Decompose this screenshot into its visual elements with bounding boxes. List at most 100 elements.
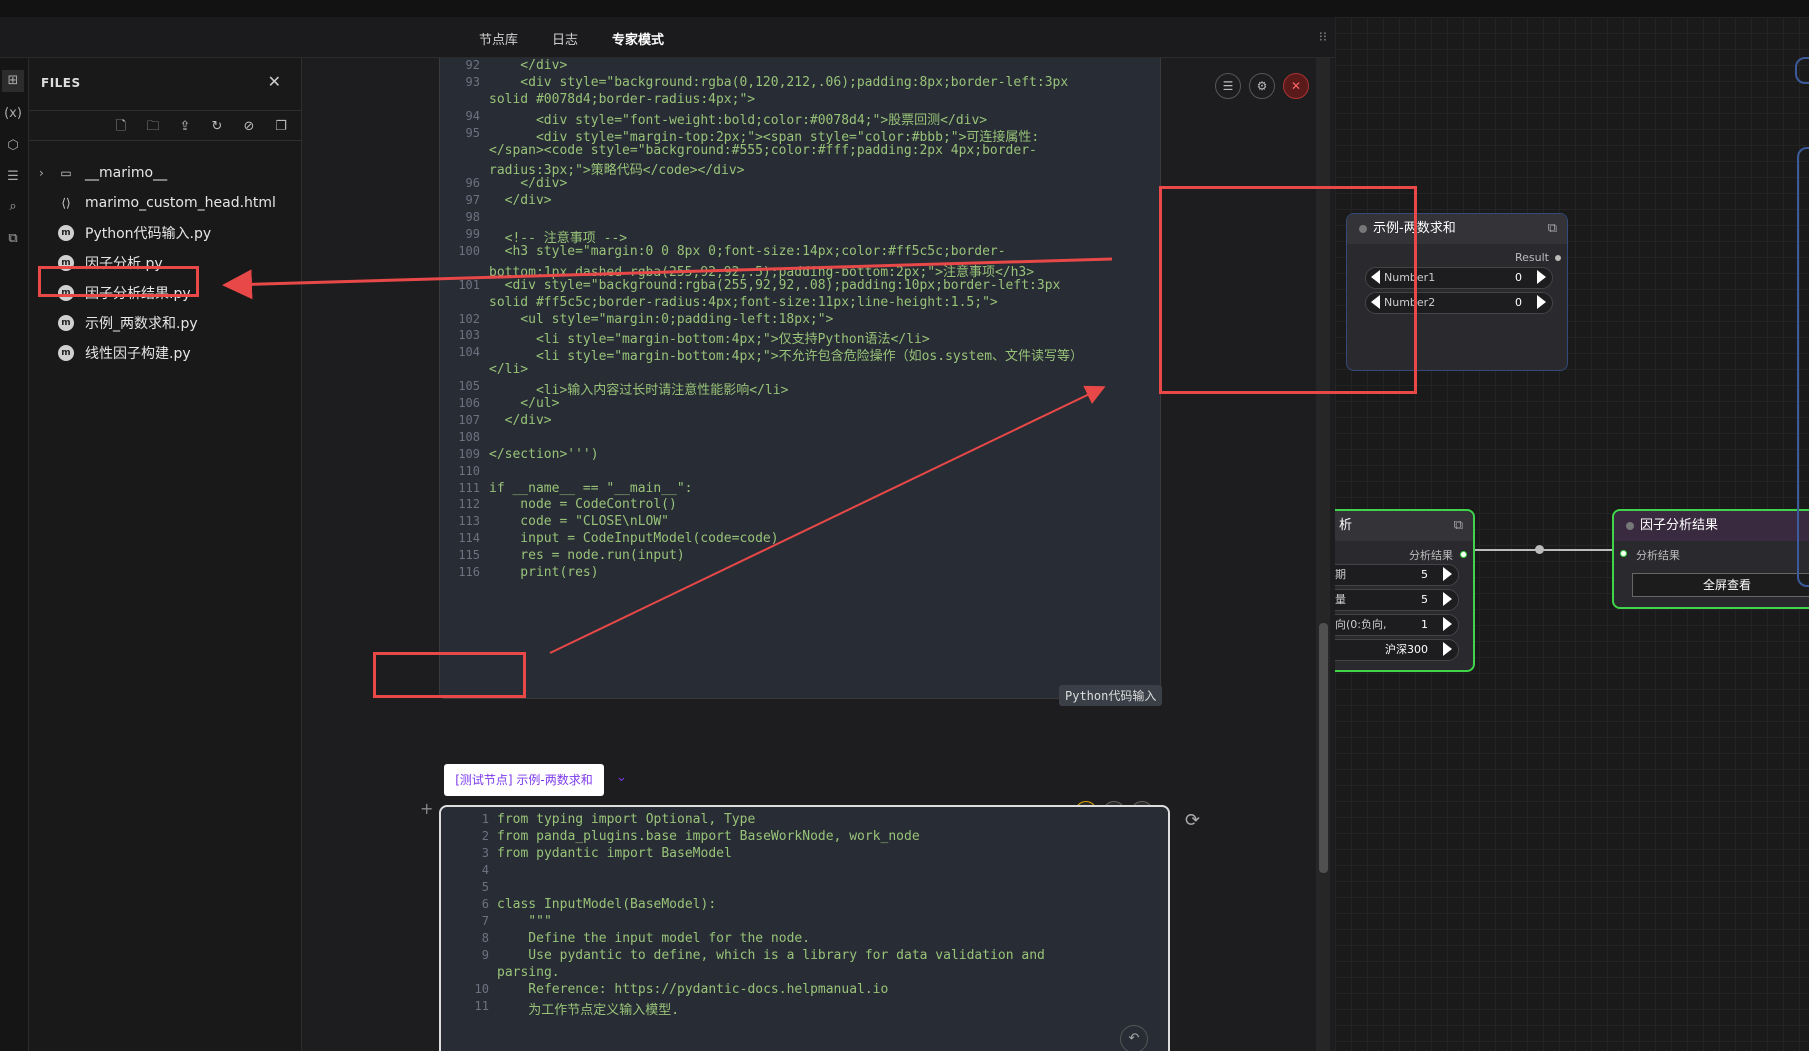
file-toolbar: 🗋 🗀 ⇪ ↻ ⊘ ❐ [110,116,292,138]
input-port[interactable] [1620,550,1627,557]
fullscreen-button[interactable]: 全屏查看 [1632,573,1809,597]
line-number: 111 [458,480,480,495]
outline-icon[interactable]: ☰ [2,166,24,188]
node-edge-fragment [1795,57,1809,84]
code-line: </div> [489,176,568,192]
refresh-icon[interactable]: ⟳ [1185,810,1200,831]
gear-icon[interactable]: ⚙ [1249,73,1275,99]
factor-field[interactable]: 方向(0:负向, 1 [1335,614,1459,636]
search-docs-icon[interactable]: ⌕ [2,196,24,218]
increment-icon[interactable] [1443,592,1452,606]
undo-icon[interactable]: ↶ [1120,1025,1148,1051]
refresh-icon[interactable]: ↻ [206,116,228,138]
field-label: 周期 [1335,568,1346,581]
line-number: 109 [458,446,480,461]
field-value: 沪深300 [1385,643,1428,656]
edge-midpoint[interactable] [1535,545,1544,554]
tab-logs[interactable]: 日志 [552,29,578,48]
line-number: 2 [481,829,489,843]
line-number: 5 [481,880,489,894]
increment-icon[interactable] [1537,295,1546,309]
code-line: <div style="background:rgba(0,120,212,.0… [489,74,1069,90]
increment-icon[interactable] [1537,270,1546,284]
line-number: 11 [474,999,489,1013]
file-item-folder[interactable]: › ▭ __marimo__ [29,158,302,188]
factor-field[interactable]: 周期 5 [1335,564,1459,586]
increment-icon[interactable] [1443,642,1452,656]
code-line: """ [497,914,552,929]
new-file-icon[interactable]: 🗋 [110,116,132,138]
upload-icon[interactable]: ⇪ [174,116,196,138]
output-port[interactable] [1555,255,1561,261]
new-folder-icon[interactable]: 🗀 [142,116,164,138]
node-title: 析 [1339,518,1353,533]
increment-icon[interactable] [1443,567,1452,581]
factor-field[interactable]: 池沪深300 [1335,639,1459,661]
edit-icon[interactable]: ⧉ [1548,214,1557,244]
number2-field[interactable]: Number2 0 [1365,292,1553,314]
marimo-icon: m [58,255,74,271]
file-item[interactable]: m 因子分析.py [29,248,302,278]
edit-icon[interactable]: ⧉ [1454,511,1463,541]
menu-icon[interactable]: ☰ [1215,73,1241,99]
close-icon[interactable]: ✕ [1283,73,1309,99]
node-canvas[interactable]: 示例-两数求和 ⧉ Result Number1 0 Number2 0 析 ⧉ 分析结… [1335,17,1809,1051]
hide-icon[interactable]: ⊘ [238,116,260,138]
edge-connection[interactable] [1475,549,1615,551]
line-number: 94 [465,108,480,123]
copy-icon[interactable]: ❐ [270,116,292,138]
package-icon[interactable]: ⬡ [2,135,24,157]
file-item[interactable]: ⟨⟩ marimo_custom_head.html [29,188,302,218]
node-header[interactable]: 示例-两数求和 ⧉ [1347,214,1567,244]
close-icon[interactable]: ✕ [268,72,281,91]
code-editor-python-input[interactable]: 92 </div> 93 <div style="background:rgba(… [439,58,1161,699]
scrollbar-thumb[interactable] [1319,623,1328,873]
grip-icon[interactable]: ⁝⁝ [1319,30,1327,45]
line-number: 102 [458,311,480,326]
file-item-label: Python代码输入.py [85,226,212,242]
files-icon[interactable]: ⊞ [2,70,24,92]
node-factor-analysis[interactable]: 析⧉ 分析结果 周期5 数量5 方向(0:负向,1 池沪深300 [1335,509,1475,672]
node-header[interactable]: 因子分析结果 [1614,511,1809,541]
node-sum[interactable]: 示例-两数求和 ⧉ Result Number1 0 Number2 0 [1346,213,1568,371]
node-factor-result[interactable]: 因子分析结果 分析结果 全屏查看 [1612,509,1809,609]
add-cell-icon[interactable]: + [420,799,433,818]
marimo-icon: m [58,225,74,241]
factor-field[interactable]: 数量 5 [1335,589,1459,611]
output-port[interactable] [1460,551,1467,558]
line-number: 96 [465,176,480,191]
line-number: 8 [481,931,489,945]
code-editor-test-node[interactable]: 1 from typing import Optional, Type 2 from … [439,805,1170,1051]
activity-bar: ⊞ (x) ⬡ ☰ ⌕ ⧉ [0,58,29,1051]
file-item-selected[interactable]: m 示例_两数求和.py [29,308,302,338]
scrollbar[interactable] [1316,58,1330,1051]
field-label: Number2 [1384,296,1436,309]
increment-icon[interactable] [1443,617,1452,631]
file-item[interactable]: m 线性因子构建.py [29,338,302,368]
decrement-icon[interactable] [1371,295,1380,309]
line-number: 113 [458,514,480,529]
test-node-tab[interactable]: [测试节点] 示例-两数求和 [444,764,604,796]
decrement-icon[interactable] [1371,270,1380,284]
file-item-label: 因子分析.py [85,256,163,272]
code-line: </span><code style="background:#555;colo… [489,142,1037,158]
code-line: <ul style="margin:0;padding-left:18px;"> [489,311,834,327]
chevron-right-icon[interactable]: › [39,166,44,180]
code-line: if __name__ == "__main__": [489,480,693,496]
file-item[interactable]: m Python代码输入.py [29,218,302,248]
code-line: Reference: https://pydantic-docs.helpman… [497,982,889,997]
tab-node-library[interactable]: 节点库 [479,29,518,48]
file-item[interactable]: m 因子分析结果.py [29,278,302,308]
line-number: 105 [458,379,480,394]
line-number: 99 [465,227,480,241]
chevron-down-icon[interactable]: ⌄ [616,770,627,785]
variables-icon[interactable]: (x) [2,103,24,125]
output-label: 分析结果 [1409,549,1453,562]
node-header[interactable]: 析 ⧉ [1335,511,1473,541]
editor-actions: ☰ ⚙ ✕ [1215,73,1309,99]
number1-field[interactable]: Number1 0 [1365,267,1553,289]
dependency-graph-icon[interactable]: ⧉ [2,228,24,250]
field-value: 5 [1421,568,1428,581]
tab-expert-mode[interactable]: 专家模式 [612,29,664,48]
line-number: 10 [474,982,489,996]
